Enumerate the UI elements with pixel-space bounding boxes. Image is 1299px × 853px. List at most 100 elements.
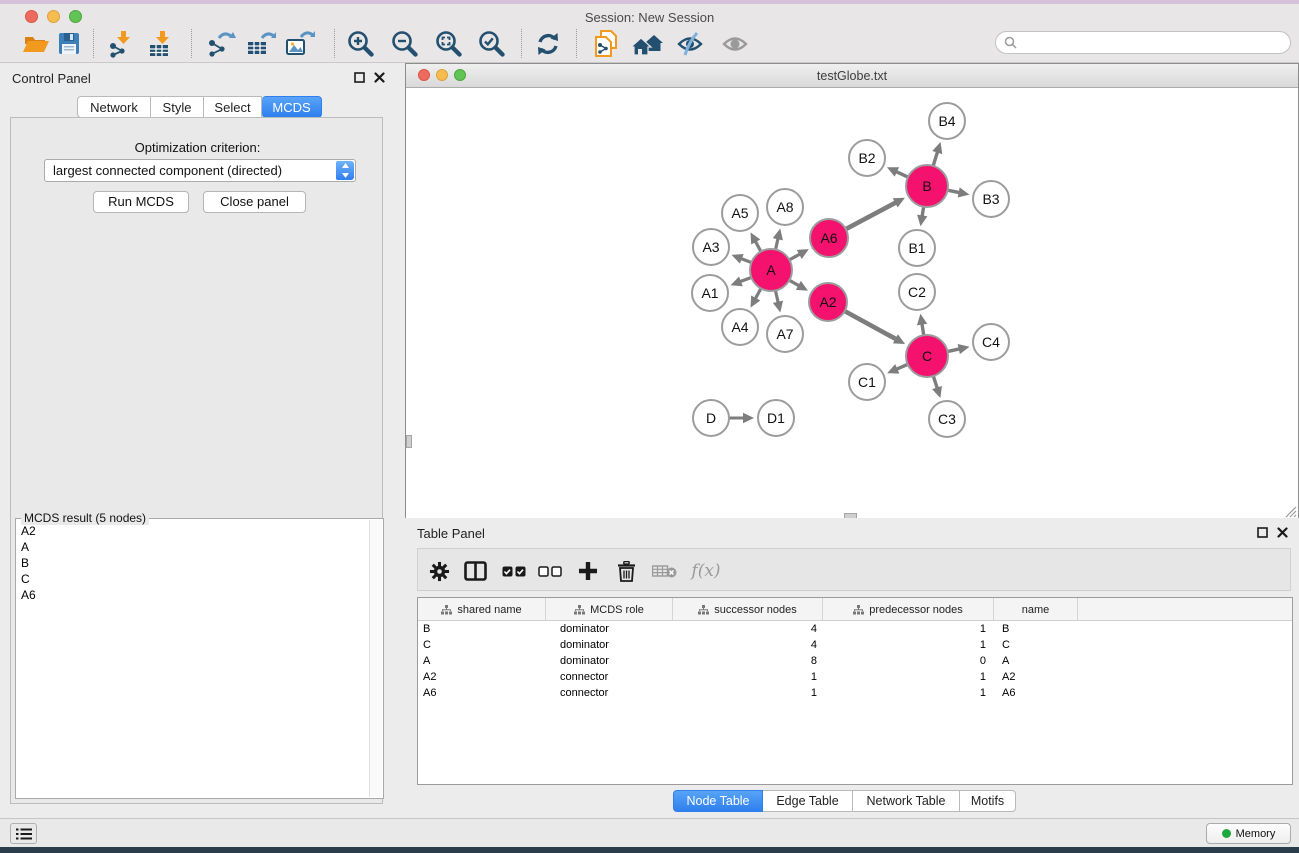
select-all-columns-button[interactable] [499,556,529,586]
import-table-button[interactable] [145,28,177,60]
save-floppy-icon [56,31,82,57]
graph-node-a4[interactable]: A4 [722,309,758,345]
graph-node-a3[interactable]: A3 [693,229,729,265]
table-header-row: shared nameMCDS rolesuccessor nodesprede… [418,598,1292,621]
split-view-button[interactable] [460,556,490,586]
float-panel-icon[interactable] [354,72,365,83]
graph-node-a1[interactable]: A1 [692,275,728,311]
hide-selected-button[interactable] [675,28,707,60]
optimization-criterion-label: Optimization criterion: [11,140,384,155]
table-row[interactable]: Adominator80A [418,653,1292,669]
resize-grip-icon[interactable] [1284,505,1297,518]
task-history-button[interactable] [10,823,37,844]
table-row[interactable]: Bdominator41B [418,621,1292,637]
zoom-out-button[interactable] [389,28,421,60]
close-panel-icon[interactable] [374,72,385,83]
mcds-result-item[interactable]: C [17,571,367,587]
add-column-button[interactable] [573,556,603,586]
zoom-fit-button[interactable] [433,28,465,60]
graph-edge[interactable] [843,310,898,340]
table-cell: dominator [546,653,673,669]
zoom-in-icon [346,29,376,59]
table-row[interactable]: Cdominator41C [418,637,1292,653]
combo-spinner-icon[interactable] [336,161,354,180]
tab-edge-table[interactable]: Edge Table [763,790,853,812]
column-header[interactable]: successor nodes [673,598,823,621]
column-header[interactable]: shared name [418,598,546,621]
tab-style[interactable]: Style [151,96,204,118]
tab-motifs[interactable]: Motifs [960,790,1016,812]
graph-node-d[interactable]: D [693,400,729,436]
graph-node-c2[interactable]: C2 [899,274,935,310]
graph-node-a7[interactable]: A7 [767,316,803,352]
save-session-button[interactable] [53,28,85,60]
graph-node-b1[interactable]: B1 [899,230,935,266]
tab-mcds[interactable]: MCDS [262,96,322,118]
table-cell: 0 [823,653,994,669]
graph-node-b[interactable]: B [906,165,948,207]
column-header[interactable]: MCDS role [546,598,673,621]
vertical-scrollbar-thumb[interactable] [406,435,412,448]
graph-node-c4[interactable]: C4 [973,324,1009,360]
refresh-button[interactable] [532,28,564,60]
mcds-result-item[interactable]: A6 [17,587,367,603]
network-canvas[interactable]: B4 B2 B B3 A8A5 A6 A3 B1 A A1 C2 A2 A4A7 C4 C C1 C3 D D1 [406,88,1298,519]
graph-node-a[interactable]: A [750,249,792,291]
table-cell: 1 [823,669,994,685]
table-row[interactable]: A6connector11A6 [418,685,1292,701]
graph-node-b4[interactable]: B4 [929,103,965,139]
show-all-networks-button[interactable] [632,28,664,60]
mcds-result-item[interactable]: A2 [17,523,367,539]
table-cell: dominator [546,637,673,653]
run-mcds-button[interactable]: Run MCDS [93,191,189,213]
float-panel-icon[interactable] [1257,527,1268,538]
zoom-in-button[interactable] [345,28,377,60]
graph-node-c[interactable]: C [906,335,948,377]
export-table-button[interactable] [245,28,277,60]
tab-node-table[interactable]: Node Table [673,790,763,812]
column-header[interactable]: predecessor nodes [823,598,994,621]
graph-node-c3[interactable]: C3 [929,401,965,437]
graph-node-a8[interactable]: A8 [767,189,803,225]
graph-node-a5[interactable]: A5 [722,195,758,231]
tab-select[interactable]: Select [204,96,262,118]
graph-node-a6[interactable]: A6 [810,219,848,257]
close-panel-icon[interactable] [1277,527,1288,538]
function-builder-button[interactable]: f(x) [687,556,725,586]
tab-network-table[interactable]: Network Table [853,790,960,812]
graph-node-d1[interactable]: D1 [758,400,794,436]
graph-node-b3[interactable]: B3 [973,181,1009,217]
search-field[interactable] [995,31,1291,54]
memory-button[interactable]: Memory [1206,823,1291,844]
graph-node-label: C [922,348,932,364]
show-hidden-button[interactable] [720,28,752,60]
zoom-selected-button[interactable] [476,28,508,60]
network-from-selection-button[interactable] [590,28,622,60]
table-settings-button[interactable] [424,556,454,586]
delete-column-button[interactable] [611,556,641,586]
toolbar-separator [521,29,522,58]
mcds-result-item[interactable]: A [17,539,367,555]
graph-node-a2[interactable]: A2 [809,283,847,321]
graph-edge[interactable] [844,201,898,230]
criterion-select[interactable]: largest connected component (directed) [44,159,356,182]
export-image-button[interactable] [284,28,316,60]
mcds-result-scrollbar[interactable] [369,520,382,797]
export-network-button[interactable] [205,28,237,60]
search-input[interactable] [1022,34,1290,52]
tab-network[interactable]: Network [77,96,151,118]
graph-node-c1[interactable]: C1 [849,364,885,400]
unselect-all-columns-button[interactable] [535,556,565,586]
delete-table-button[interactable] [649,556,679,586]
network-window-titlebar[interactable]: testGlobe.txt [406,64,1298,88]
mcds-result-item[interactable]: B [17,555,367,571]
network-graph[interactable]: B4 B2 B B3 A8A5 A6 A3 B1 A A1 C2 A2 A4A7 C4 C C1 C3 D D1 [406,88,1298,519]
table-row[interactable]: A2connector11A2 [418,669,1292,685]
import-network-button[interactable] [106,28,138,60]
node-table: shared nameMCDS rolesuccessor nodesprede… [417,597,1293,785]
graph-node-b2[interactable]: B2 [849,140,885,176]
column-header[interactable]: name [994,598,1078,621]
graph-edge-arrowhead [932,142,942,154]
open-session-button[interactable] [20,28,52,60]
close-panel-button[interactable]: Close panel [203,191,306,213]
